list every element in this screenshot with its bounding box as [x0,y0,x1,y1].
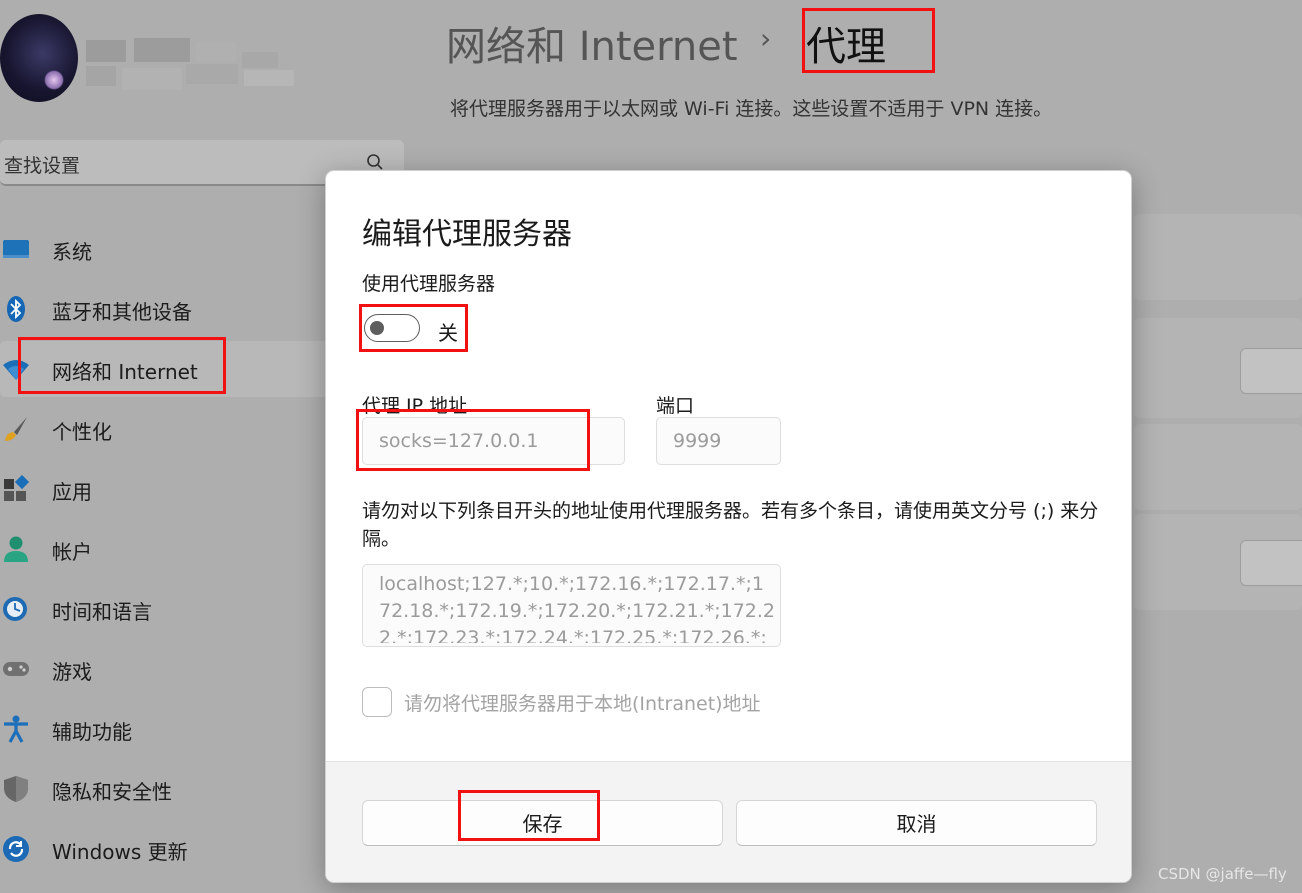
sidebar-item-label: 时间和语言 [52,600,152,624]
bypass-local-checkbox[interactable] [362,687,392,717]
dialog-title: 编辑代理服务器 [362,217,572,252]
sidebar-item-gaming[interactable]: 游戏 [0,641,330,697]
apps-icon [4,475,30,501]
sidebar-item-label: 网络和 Internet [52,360,198,384]
page-description: 将代理服务器用于以太网或 Wi-Fi 连接。这些设置不适用于 VPN 连接。 [450,98,1053,120]
blurred-username [86,38,298,94]
bypass-local-label[interactable]: 请勿将代理服务器用于本地(Intranet)地址 [404,689,761,716]
exceptions-textarea[interactable]: localhost;127.*;10.*;172.16.*;172.17.*;1… [362,564,781,647]
wifi-icon [3,360,29,380]
search-placeholder: 查找设置 [4,155,81,177]
save-button[interactable]: 保存 [362,800,723,846]
update-icon [3,836,29,862]
search-icon[interactable] [366,153,384,171]
dialog-footer: 保存 取消 [326,761,1131,882]
port-label: 端口 [656,395,695,417]
sidebar-item-label: 应用 [52,480,92,504]
sidebar-item-network[interactable]: 网络和 Internet [0,341,330,397]
gamepad-icon [3,662,29,676]
sidebar-item-time-language[interactable]: 时间和语言 [0,581,330,637]
background-card [1134,424,1302,510]
sidebar-item-label: 帐户 [52,540,92,564]
background-button [1240,540,1302,586]
toggle-knob [370,321,384,335]
cancel-button[interactable]: 取消 [736,800,1097,846]
proxy-ip-input[interactable]: socks=127.0.0.1 [362,417,625,465]
use-proxy-label: 使用代理服务器 [362,273,496,295]
page-title: 代理 [806,24,886,70]
brush-icon [5,417,27,441]
proxy-ip-value: socks=127.0.0.1 [379,430,539,452]
sidebar-item-label: 隐私和安全性 [52,780,172,804]
exceptions-description: 请勿对以下列条目开头的地址使用代理服务器。若有多个条目，请使用英文分号 (;) … [362,500,1099,550]
shield-icon [4,776,28,802]
sidebar-item-privacy[interactable]: 隐私和安全性 [0,761,330,817]
avatar-highlight [44,70,64,90]
system-icon [3,240,29,258]
background-card [1134,214,1302,300]
clock-globe-icon [3,597,27,621]
breadcrumb-separator: › [760,22,772,55]
sidebar-item-apps[interactable]: 应用 [0,461,330,517]
sidebar-item-accounts[interactable]: 帐户 [0,521,330,577]
accessibility-icon [4,715,28,743]
exceptions-value: localhost;127.*;10.*;172.16.*;172.17.*;1… [379,573,775,643]
bluetooth-icon [7,296,25,322]
sidebar-item-label: 游戏 [52,660,92,684]
port-value: 9999 [673,430,722,452]
sidebar-item-label: 系统 [52,240,92,264]
proxy-ip-label: 代理 IP 地址 [362,395,468,417]
sidebar-item-label: Windows 更新 [52,840,188,864]
avatar[interactable] [0,14,78,102]
sidebar-item-label: 辅助功能 [52,720,132,744]
port-input[interactable]: 9999 [656,417,781,465]
sidebar-item-windows-update[interactable]: Windows 更新 [0,821,330,877]
background-button [1240,348,1302,394]
use-proxy-toggle[interactable] [364,314,420,342]
sidebar-item-label: 蓝牙和其他设备 [52,300,192,324]
sidebar-item-bluetooth[interactable]: 蓝牙和其他设备 [0,281,330,337]
edit-proxy-dialog: 编辑代理服务器 使用代理服务器 关 代理 IP 地址 socks=127.0.0… [325,170,1132,883]
sidebar-item-system[interactable]: 系统 [0,221,330,277]
breadcrumb-parent[interactable]: 网络和 Internet [446,14,738,72]
sidebar-item-accessibility[interactable]: 辅助功能 [0,701,330,757]
account-icon [4,536,28,562]
sidebar-item-label: 个性化 [52,420,112,444]
sidebar-item-personalization[interactable]: 个性化 [0,401,330,457]
toggle-state-label: 关 [438,321,458,345]
watermark: CSDN @jaffe—fly [1158,865,1287,883]
